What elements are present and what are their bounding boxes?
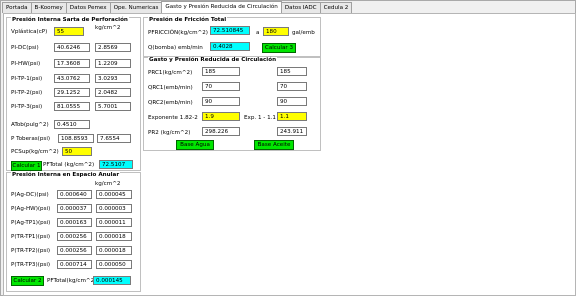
exp-range-label: Exp. 1 - 1.1 [244, 115, 276, 121]
pi-hw-kg-field[interactable]: 1.2209 [95, 59, 131, 68]
pi-tp1-label: PI-TP-1(psi) [11, 76, 43, 82]
exponente-field[interactable]: 1.9 [202, 112, 240, 121]
friccion-group: Presión de Fricción Total PFRICCIÓN(kg/c… [143, 17, 321, 57]
p-tr-tp1-psi-field[interactable]: 0.000256 [57, 232, 92, 241]
base-agua-button[interactable]: Base Agua [176, 140, 214, 150]
ptoberas-psi-field[interactable]: 108.8593 [58, 134, 94, 143]
tab-ope-numericas[interactable]: Ope. Numericas [109, 2, 163, 13]
calcular-1-button[interactable]: Calcular 1 [11, 161, 42, 171]
pftotal-anular-label: PFTotal(kg/cm^2) [47, 278, 97, 284]
qrc2-field-b[interactable]: 90 [277, 97, 307, 106]
pcsup-label: PCSup(kg/cm^2) [11, 149, 59, 155]
p-ag-dc-kg-field[interactable]: 0.000045 [96, 190, 132, 199]
qrc2-field-a[interactable]: 90 [202, 97, 240, 106]
p-tr-tp2-kg-field[interactable]: 0.000018 [96, 246, 132, 255]
pi-hw-label: PI-HW(psi) [11, 61, 41, 67]
tab-cedula-2[interactable]: Cedula 2 [319, 2, 353, 13]
reducida-group: Gasto y Presión Reducida de Circulación … [143, 57, 321, 151]
atob-label: ATob(pulg^2) [11, 122, 49, 128]
gasto-unit-label: gal/emb [292, 30, 315, 36]
qrc2-label: QRC2(emb/min) [148, 100, 193, 106]
p-tr-tp3-psi-field[interactable]: 0.000714 [57, 260, 92, 269]
pi-dc-psi-field[interactable]: 40.6246 [54, 43, 90, 52]
pi-tp2-psi-field[interactable]: 29.1252 [54, 88, 90, 97]
prc1-label: PRC1(kg/cm^2) [148, 70, 193, 76]
anular-group: Presión Interna en Espacio Anular kg/cm^… [6, 172, 141, 292]
calcular-2-button[interactable]: Calcular 2 [11, 276, 44, 286]
pi-tp2-label: PI-TP-2(psi) [11, 90, 43, 96]
vplastica-field[interactable]: 55 [54, 27, 84, 36]
pcsup-field[interactable]: 50 [62, 147, 92, 156]
p-tr-tp1-kg-field[interactable]: 0.000018 [96, 232, 132, 241]
pi-tp2-kg-field[interactable]: 2.0482 [95, 88, 131, 97]
exp-range-field[interactable]: 1.1 [277, 112, 307, 121]
pr2-label: PR2 (kg/cm^2) [148, 130, 191, 136]
ptoberas-label: P Toberas(psi) [11, 136, 51, 142]
prc1-field-b[interactable]: 185 [277, 67, 307, 76]
gasto-field[interactable]: 180 [263, 27, 289, 36]
tab-datos-iadc[interactable]: Datos IADC [280, 2, 321, 13]
anular-unit-header: kg/cm^2 [95, 181, 121, 187]
pi-tp3-psi-field[interactable]: 81.0555 [54, 102, 90, 111]
qrc1-field-b[interactable]: 70 [277, 82, 307, 91]
pi-tp3-kg-field[interactable]: 5.7001 [95, 102, 131, 111]
pi-dc-label: PI-DC(psi) [11, 45, 39, 51]
p-ag-hw-kg-field[interactable]: 0.000003 [96, 204, 132, 213]
base-aceite-button[interactable]: Base Aceite [254, 140, 294, 150]
pi-tp1-psi-field[interactable]: 43.0762 [54, 74, 90, 83]
friccion-group-title: Presión de Fricción Total [148, 17, 228, 23]
pfriccion-label: PFRICCIÓN(kg/cm^2) [148, 30, 208, 36]
pr2-field-a[interactable]: 298.226 [202, 127, 240, 136]
p-ag-tp1-kg-field[interactable]: 0.000011 [96, 218, 132, 227]
qbomba-field[interactable]: 0.4028 [210, 42, 250, 51]
tab-content-pane: Presión Interna Sarta de Perforación kg/… [3, 13, 576, 296]
reducida-group-title: Gasto y Presión Reducida de Circulación [148, 57, 278, 63]
p-ag-tp1-label: P(Ag-TP1)(psi) [11, 220, 51, 226]
pi-tp3-label: PI-TP-3(psi) [11, 104, 43, 110]
pi-tp1-kg-field[interactable]: 3.0293 [95, 74, 131, 83]
p-ag-dc-label: P(Ag-DC)(psi) [11, 192, 49, 198]
p-tr-tp2-psi-field[interactable]: 0.000256 [57, 246, 92, 255]
prc1-field-a[interactable]: 185 [202, 67, 240, 76]
pfriccion-field[interactable]: 72.510845 [210, 26, 250, 35]
vplastica-label: Vplástica(cP) [11, 29, 48, 35]
qrc1-field-a[interactable]: 70 [202, 82, 240, 91]
qrc1-label: QRC1(emb/min) [148, 85, 193, 91]
pi-dc-kg-field[interactable]: 2.8569 [95, 43, 131, 52]
sarta-group: Presión Interna Sarta de Perforación kg/… [6, 17, 141, 171]
p-ag-tp1-psi-field[interactable]: 0.000163 [57, 218, 92, 227]
tab-datos-pemex[interactable]: Datos Pemex [65, 2, 111, 13]
qbomba-label: Q(bomba) emb/min [148, 45, 203, 51]
tab-bar: Portada B-Koomey Datos Pemex Ope. Numeri… [2, 1, 353, 13]
pr2-field-b[interactable]: 243.911 [277, 127, 307, 136]
exponente-label: Exponente 1.82-2 [148, 115, 198, 121]
tab-b-koomey[interactable]: B-Koomey [30, 2, 67, 13]
p-ag-hw-label: P(Ag-HW)(psi) [11, 206, 51, 212]
tab-gasto-presion[interactable]: Gasto y Presión Reducida de Circulación [161, 1, 282, 13]
p-tr-tp3-kg-field[interactable]: 0.000050 [96, 260, 132, 269]
tab-portada[interactable]: Portada [2, 2, 32, 13]
p-ag-hw-psi-field[interactable]: 0.000037 [57, 204, 92, 213]
atob-field[interactable]: 0.4510 [54, 120, 90, 129]
p-tr-tp1-label: P(TR-TP1)(psi) [11, 234, 51, 240]
pi-hw-psi-field[interactable]: 17.3608 [54, 59, 90, 68]
sarta-unit-header: kg/cm^2 [95, 25, 121, 31]
pftotal-sarta-label: PFTotal (kg/cm^2) [43, 162, 95, 168]
pftotal-sarta-field[interactable]: 72.5107 [99, 160, 133, 169]
a-label: a [256, 30, 260, 36]
app-window: Portada B-Koomey Datos Pemex Ope. Numeri… [0, 0, 576, 296]
pftotal-anular-field[interactable]: 0.000145 [93, 276, 131, 285]
sarta-group-title: Presión Interna Sarta de Perforación [11, 17, 129, 23]
p-tr-tp2-label: P(TR-TP2)(psi) [11, 248, 51, 254]
calcular-3-button[interactable]: Calcular 3 [262, 43, 296, 53]
p-ag-dc-psi-field[interactable]: 0.000640 [57, 190, 92, 199]
anular-group-title: Presión Interna en Espacio Anular [11, 172, 121, 178]
ptoberas-kg-field[interactable]: 7.6554 [97, 134, 131, 143]
p-tr-tp3-label: P(TR-TP3)(psi) [11, 262, 51, 268]
